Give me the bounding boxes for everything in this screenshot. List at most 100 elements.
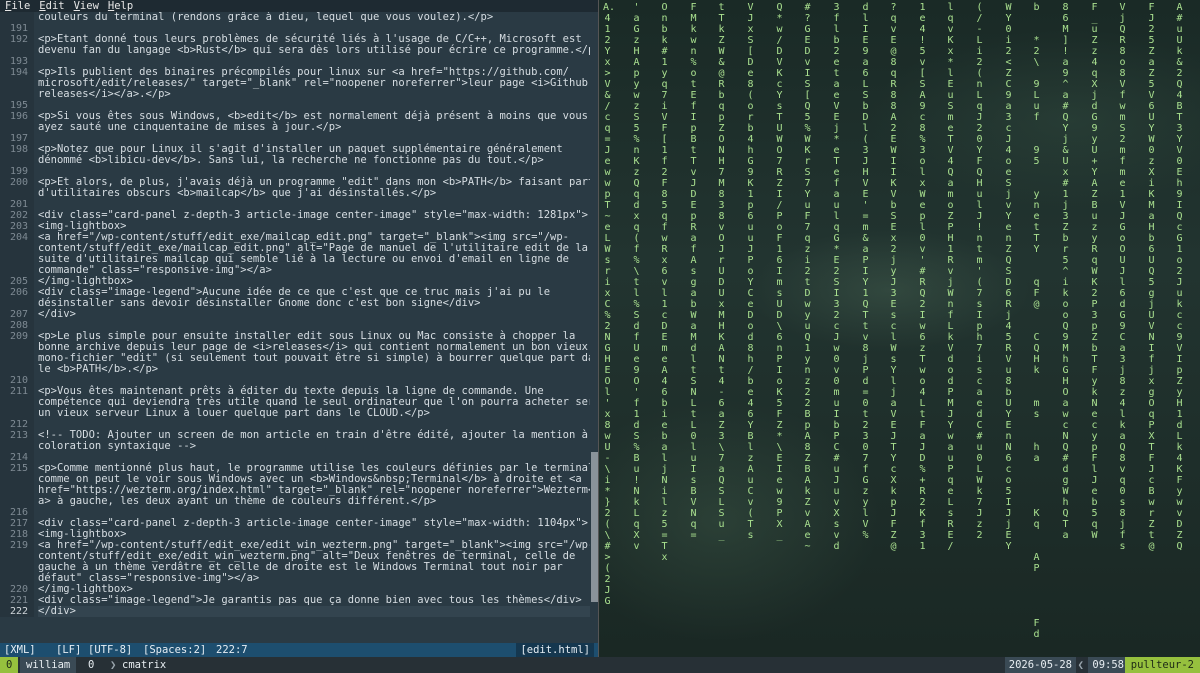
line-number bbox=[0, 397, 28, 408]
status-language[interactable]: [XML] bbox=[4, 643, 36, 657]
line-number bbox=[0, 551, 28, 562]
line-number bbox=[0, 243, 28, 254]
line-number bbox=[0, 474, 28, 485]
status-filename: [edit.html] bbox=[516, 643, 594, 657]
matrix-column: F M k w n % o t E f I p B t T v J D E p … bbox=[690, 2, 697, 541]
code-line[interactable]: couleurs du terminal (rendons grâce à di… bbox=[38, 12, 590, 23]
matrix-column: d l I E 9 a 6 L S b D l ( 3 J H V E ' = … bbox=[862, 2, 869, 541]
line-number: 221 bbox=[9, 595, 28, 606]
line-number bbox=[0, 485, 28, 496]
chevron-left-icon: ❮ bbox=[1077, 659, 1084, 671]
line-number: 219 bbox=[9, 540, 28, 551]
line-number bbox=[0, 254, 28, 265]
menu-help[interactable]: Help bbox=[103, 0, 137, 12]
line-number bbox=[0, 89, 28, 100]
tmux-date: 2026-05-28 bbox=[1004, 657, 1076, 673]
matrix-column: 8 6 M ] ! a 9 ^ a # Q Y j & U x # 1 j 3 … bbox=[1062, 2, 1069, 541]
line-number: 191 bbox=[9, 23, 28, 34]
line-number: 207 bbox=[9, 309, 28, 320]
editor-scrollbar[interactable] bbox=[591, 12, 598, 633]
code-line[interactable]: devenu fan du langage <b>Rust</b> qui se… bbox=[38, 45, 590, 56]
line-number bbox=[0, 364, 28, 375]
code-line[interactable]: a> à gauche, les deux ayant un thème de … bbox=[38, 496, 590, 507]
line-number bbox=[0, 265, 28, 276]
menu-file[interactable]: File bbox=[0, 0, 34, 12]
code-line[interactable]: </div> bbox=[38, 606, 590, 617]
code-line[interactable]: d'utilitaires obscurs <b>mailcap</b> que… bbox=[38, 188, 590, 199]
matrix-column: # ? G E D v I S [ Q 5 % W K r S 7 Y u F … bbox=[804, 2, 811, 552]
line-number: 209 bbox=[9, 331, 28, 342]
matrix-column: F _ u Z z 4 q X j d G 9 y U + Y A Z B u … bbox=[1091, 2, 1098, 541]
line-number: 199 bbox=[9, 166, 28, 177]
cmatrix-terminal-pane[interactable]: A. 4 1 2 Y x > V & / c q = J e w w p T ~… bbox=[599, 0, 1200, 657]
line-number bbox=[0, 353, 28, 364]
line-number: 192 bbox=[9, 34, 28, 45]
line-number: 214 bbox=[9, 452, 28, 463]
tmux-window-user[interactable]: william bbox=[20, 657, 77, 673]
menu-edit[interactable]: Edit bbox=[34, 0, 68, 12]
scrollbar-thumb[interactable] bbox=[591, 452, 598, 602]
matrix-column: V j Q R 8 o 8 V f w m S 2 m f m e 1 V J … bbox=[1119, 2, 1126, 552]
matrix-column: ' a G z H A p y w z S 5 % n K z Q q d x … bbox=[633, 2, 640, 552]
line-number: 204 bbox=[9, 232, 28, 243]
line-number: 193 bbox=[9, 56, 28, 67]
line-number bbox=[0, 155, 28, 166]
code-line[interactable]: releases</i></a>.</p> bbox=[38, 89, 590, 100]
matrix-column: b * 2 \ 9 L u f 9 5 y n e t T Y q F @ C … bbox=[1033, 2, 1040, 640]
matrix-column: F J 2 5 Z a Z 5 V 6 U Y W 0 z X i K M a … bbox=[1148, 2, 1155, 552]
code-line[interactable]: le <b>PATH</b>.</p> bbox=[38, 364, 590, 375]
line-number: 222 bbox=[9, 606, 28, 617]
matrix-column: Q * w / D V K c Y s T U W O 7 R Z I / P … bbox=[776, 2, 783, 541]
editor-status-bar: [XML] [LF] [UTF-8] [Spaces:2] 222:7 [edi… bbox=[0, 643, 598, 657]
code-line[interactable]: </div> bbox=[38, 309, 590, 320]
line-number bbox=[0, 441, 28, 452]
line-number: 200 bbox=[9, 177, 28, 188]
line-number bbox=[0, 188, 28, 199]
tmux-hostname: pullteur-2 bbox=[1124, 657, 1200, 673]
chevron-right-icon: ❯ bbox=[110, 659, 117, 671]
tmux-window-index[interactable]: 0 bbox=[0, 657, 19, 673]
line-number bbox=[0, 122, 28, 133]
tmux-session-name[interactable]: cmatrix bbox=[122, 657, 166, 673]
matrix-column: W Y 0 i 2 < Z C 9 a 3 c J 4 o e S j v Y … bbox=[1005, 2, 1012, 552]
tmux-status-bar: 0 william 0 ❯ cmatrix 2026-05-28 ❮ 09:58… bbox=[0, 657, 1200, 673]
code-line[interactable]: dénommé <b>libicu-dev</b>. Sans lui, la … bbox=[38, 155, 590, 166]
matrix-column: A # u U k & 2 Q 4 B T 3 Y V 0 E h 9 I Q … bbox=[1176, 2, 1183, 552]
code-line[interactable]: un vieux serveur Linux à louer quelque p… bbox=[38, 408, 590, 419]
matrix-column: V J x S [ D e 8 ( o r b 4 h G 9 K 1 p 6 … bbox=[747, 2, 754, 541]
matrix-column: 3 f l b 2 e t a e V E j * e T e f a u l … bbox=[833, 2, 840, 552]
line-number: 202 bbox=[9, 210, 28, 221]
line-number: 220 bbox=[9, 584, 28, 595]
line-number: 212 bbox=[9, 419, 28, 430]
line-number bbox=[0, 496, 28, 507]
matrix-column: A. 4 1 2 Y x > V & / c q = J e w w p T ~… bbox=[603, 2, 616, 607]
line-number: 211 bbox=[9, 386, 28, 397]
matrix-column: ( / - L i 2 ( n L q J 2 0 Y F Q H u l J … bbox=[976, 2, 983, 541]
menu-view[interactable]: View bbox=[69, 0, 103, 12]
line-number: 210 bbox=[9, 375, 28, 386]
line-number: 198 bbox=[9, 144, 28, 155]
code-line[interactable]: ayez sauté une cinquentaine de mises à j… bbox=[38, 122, 590, 133]
line-number: 213 bbox=[9, 430, 28, 441]
code-line[interactable]: coloration syntaxique --> bbox=[38, 441, 590, 452]
matrix-column: 1 e 4 ! 5 v [ S A 9 c 8 % 3 o l x W e p … bbox=[919, 2, 926, 552]
line-number: 201 bbox=[9, 199, 28, 210]
editor-text-area[interactable]: couleurs du terminal (rendons grâce à di… bbox=[0, 12, 590, 633]
status-cursor-position[interactable]: 222:7 bbox=[216, 643, 248, 657]
matrix-column: l q v K x * l E u S m e T V 4 Q a m o Z … bbox=[947, 2, 954, 552]
code-line[interactable]: désinstaller sans devoir désinstaller Gn… bbox=[38, 298, 590, 309]
line-number: 195 bbox=[9, 100, 28, 111]
text-editor-pane[interactable]: File Edit View Help couleurs du terminal (r… bbox=[0, 0, 598, 657]
menu-bar: File Edit View Help bbox=[0, 0, 598, 12]
code-line[interactable]: <div class="image-legend">Je garantis pa… bbox=[38, 595, 590, 606]
line-number bbox=[0, 342, 28, 353]
status-encoding[interactable]: [UTF-8] bbox=[88, 643, 132, 657]
status-eol[interactable]: [LF] bbox=[56, 643, 81, 657]
matrix-column: t T k Z W & @ R b q p Z O N H 7 M 8 3 8 … bbox=[718, 2, 725, 541]
line-number: 217 bbox=[9, 518, 28, 529]
line-number bbox=[0, 408, 28, 419]
tmux-session-index[interactable]: 0 bbox=[88, 657, 94, 673]
line-number: 196 bbox=[9, 111, 28, 122]
line-number bbox=[0, 298, 28, 309]
status-indentation[interactable]: [Spaces:2] bbox=[143, 643, 206, 657]
